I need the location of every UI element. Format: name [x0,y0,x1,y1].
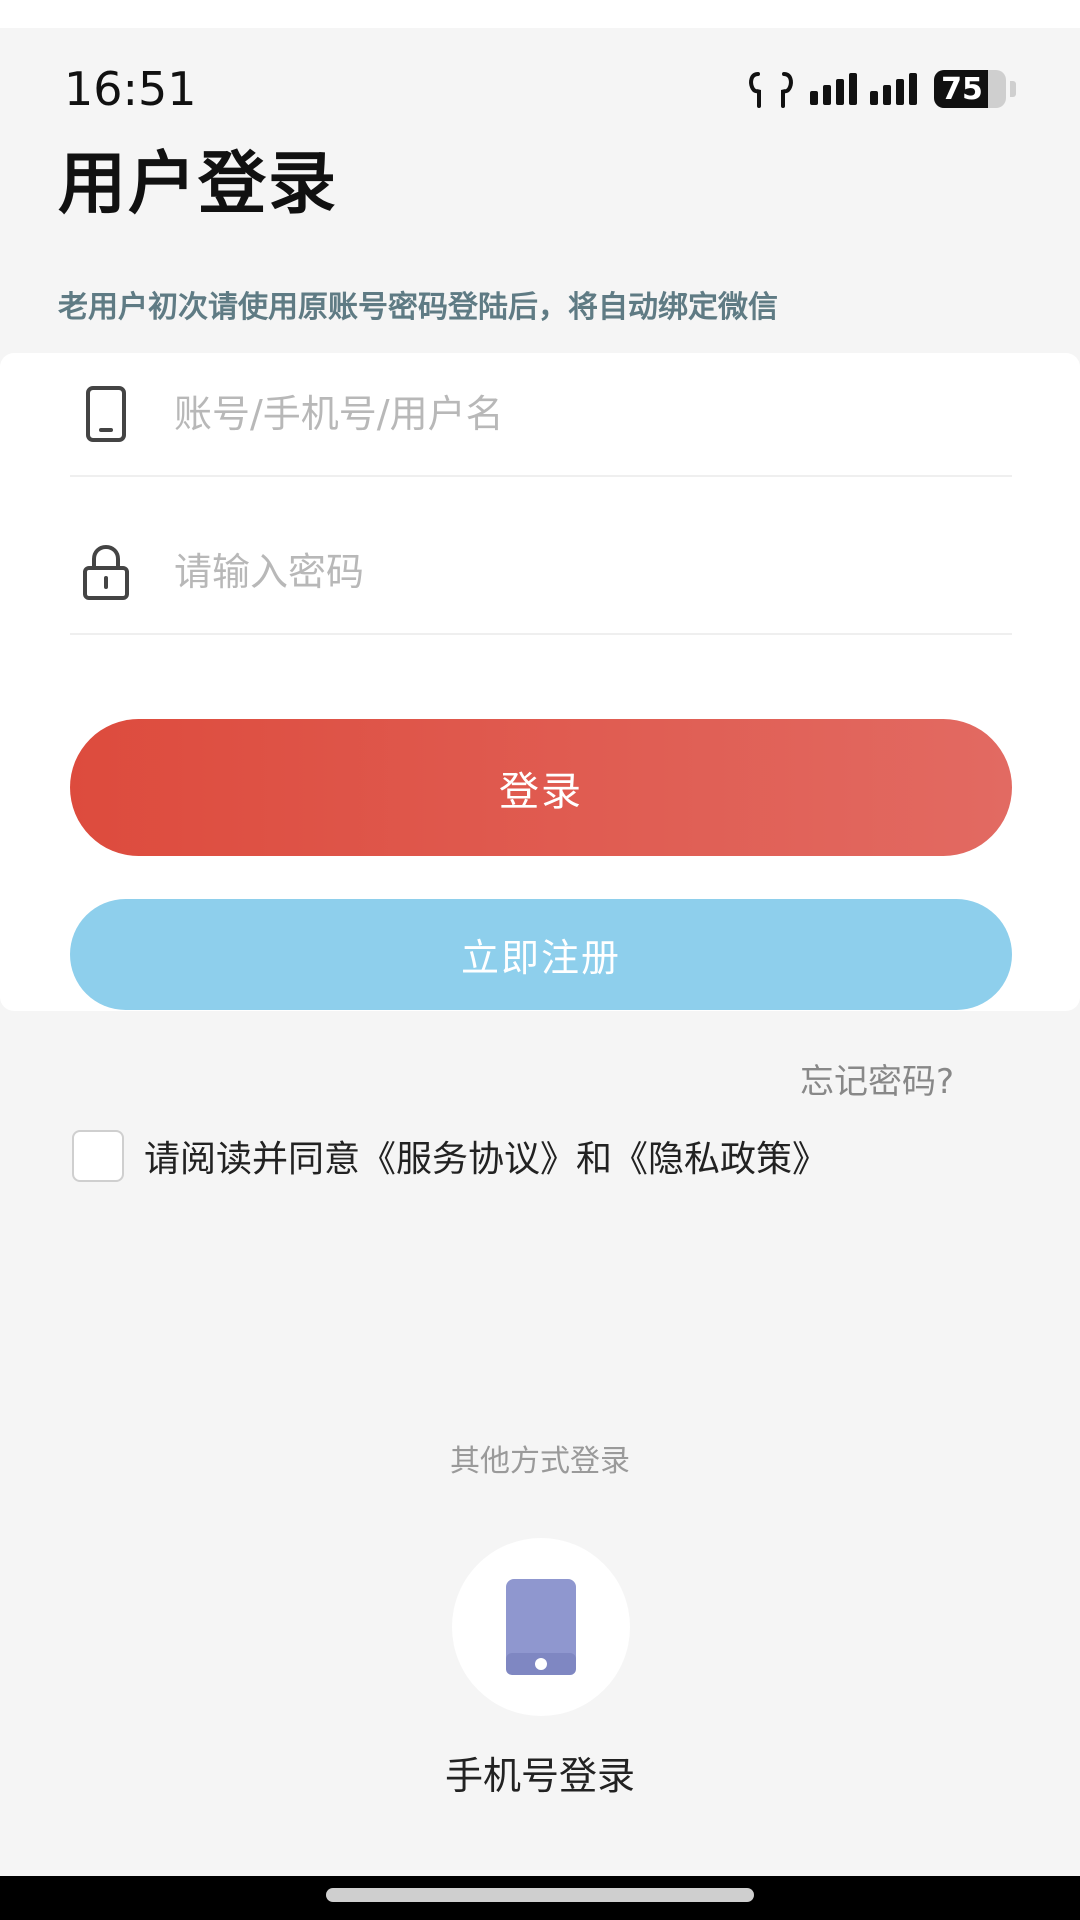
earbuds-icon [749,72,793,108]
signal-group [810,71,918,107]
register-button[interactable]: 立即注册 [70,899,1012,1010]
page-title: 用户登录 [58,145,339,224]
login-screen: 16:51 75 用户登录 老用户初次请使用原账号密码登陆后，将自动绑定微信 账… [0,0,1080,1920]
top-strip [0,0,1080,28]
account-field[interactable] [70,353,1012,477]
home-indicator[interactable] [326,1888,754,1902]
status-time: 16:51 [64,62,197,116]
phone-icon [506,1579,576,1675]
forgot-password-link[interactable]: 忘记密码? [800,1054,954,1103]
account-input[interactable] [174,392,934,436]
password-input[interactable] [174,550,934,594]
lock-icon [83,544,129,600]
battery-icon: 75 [934,70,1006,108]
agreement-checkbox[interactable] [72,1130,124,1182]
notice-text: 老用户初次请使用原账号密码登陆后，将自动绑定微信 [58,290,778,325]
other-login-label: 其他方式登录 [450,1444,630,1479]
signal-icon [870,73,917,105]
battery-cap [1010,81,1016,97]
password-field[interactable] [70,511,1012,635]
phone-login-label[interactable]: 手机号登录 [0,1745,1080,1800]
phone-login-button[interactable] [452,1538,630,1716]
battery-level: 75 [941,71,983,107]
status-icons: 75 [748,70,1016,108]
agreement-text[interactable]: 请阅读并同意《服务协议》和《隐私政策》 [144,1130,828,1182]
agreement-row: 请阅读并同意《服务协议》和《隐私政策》 [72,1130,828,1182]
phone-icon [86,386,126,442]
login-button[interactable]: 登录 [70,719,1012,856]
signal-icon [810,73,857,105]
